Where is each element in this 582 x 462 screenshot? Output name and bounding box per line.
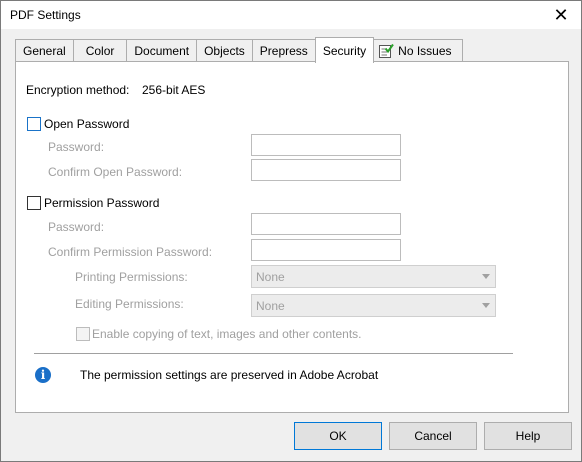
printing-permissions-select[interactable]: None bbox=[251, 265, 496, 288]
help-button[interactable]: Help bbox=[484, 422, 572, 450]
checklist-icon bbox=[379, 43, 394, 58]
permission-password-input[interactable] bbox=[251, 213, 401, 235]
tab-no-issues[interactable]: No Issues bbox=[373, 39, 463, 62]
title-bar: PDF Settings ✕ bbox=[1, 1, 581, 29]
encryption-label: Encryption method: bbox=[26, 83, 130, 97]
editing-permissions-label: Editing Permissions: bbox=[75, 297, 184, 311]
ok-button[interactable]: OK bbox=[294, 422, 382, 450]
info-icon: i bbox=[35, 367, 51, 383]
tab-security[interactable]: Security bbox=[314, 37, 375, 63]
pdf-settings-dialog: PDF Settings ✕ General Color Document Ob… bbox=[0, 0, 582, 462]
printing-permissions-label: Printing Permissions: bbox=[75, 270, 188, 284]
permission-password-checkbox[interactable] bbox=[27, 196, 41, 210]
chevron-down-icon bbox=[482, 274, 490, 279]
printing-permissions-value: None bbox=[256, 270, 285, 284]
tab-general[interactable]: General bbox=[15, 39, 74, 62]
permission-password-label: Permission Password bbox=[44, 196, 160, 210]
confirm-permission-password-input[interactable] bbox=[251, 239, 401, 261]
enable-copying-label: Enable copying of text, images and other… bbox=[92, 327, 362, 341]
divider bbox=[34, 353, 513, 354]
tab-no-issues-label: No Issues bbox=[398, 44, 452, 58]
open-password-label: Open Password bbox=[44, 117, 130, 131]
confirm-open-password-label: Confirm Open Password: bbox=[48, 165, 183, 179]
chevron-down-icon bbox=[482, 303, 490, 308]
tab-document[interactable]: Document bbox=[126, 39, 198, 62]
security-panel: Encryption method: 256-bit AES Open Pass… bbox=[15, 61, 569, 413]
encryption-value: 256-bit AES bbox=[142, 83, 206, 97]
tab-strip: General Color Document Objects Prepress … bbox=[15, 37, 463, 63]
tab-objects[interactable]: Objects bbox=[196, 39, 253, 62]
close-icon[interactable]: ✕ bbox=[541, 1, 581, 29]
tab-prepress[interactable]: Prepress bbox=[251, 39, 316, 62]
editing-permissions-value: None bbox=[256, 299, 285, 313]
open-password-checkbox[interactable] bbox=[27, 117, 41, 131]
info-message: The permission settings are preserved in… bbox=[80, 368, 379, 382]
dialog-title: PDF Settings bbox=[10, 8, 81, 22]
tab-color[interactable]: Color bbox=[72, 39, 128, 62]
cancel-button[interactable]: Cancel bbox=[389, 422, 477, 450]
permission-password-field-label: Password: bbox=[48, 220, 105, 234]
enable-copying-checkbox[interactable] bbox=[76, 327, 90, 341]
confirm-permission-password-label: Confirm Permission Password: bbox=[48, 245, 213, 259]
open-password-input[interactable] bbox=[251, 134, 401, 156]
open-password-field-label: Password: bbox=[48, 140, 105, 154]
editing-permissions-select[interactable]: None bbox=[251, 294, 496, 317]
confirm-open-password-input[interactable] bbox=[251, 159, 401, 181]
